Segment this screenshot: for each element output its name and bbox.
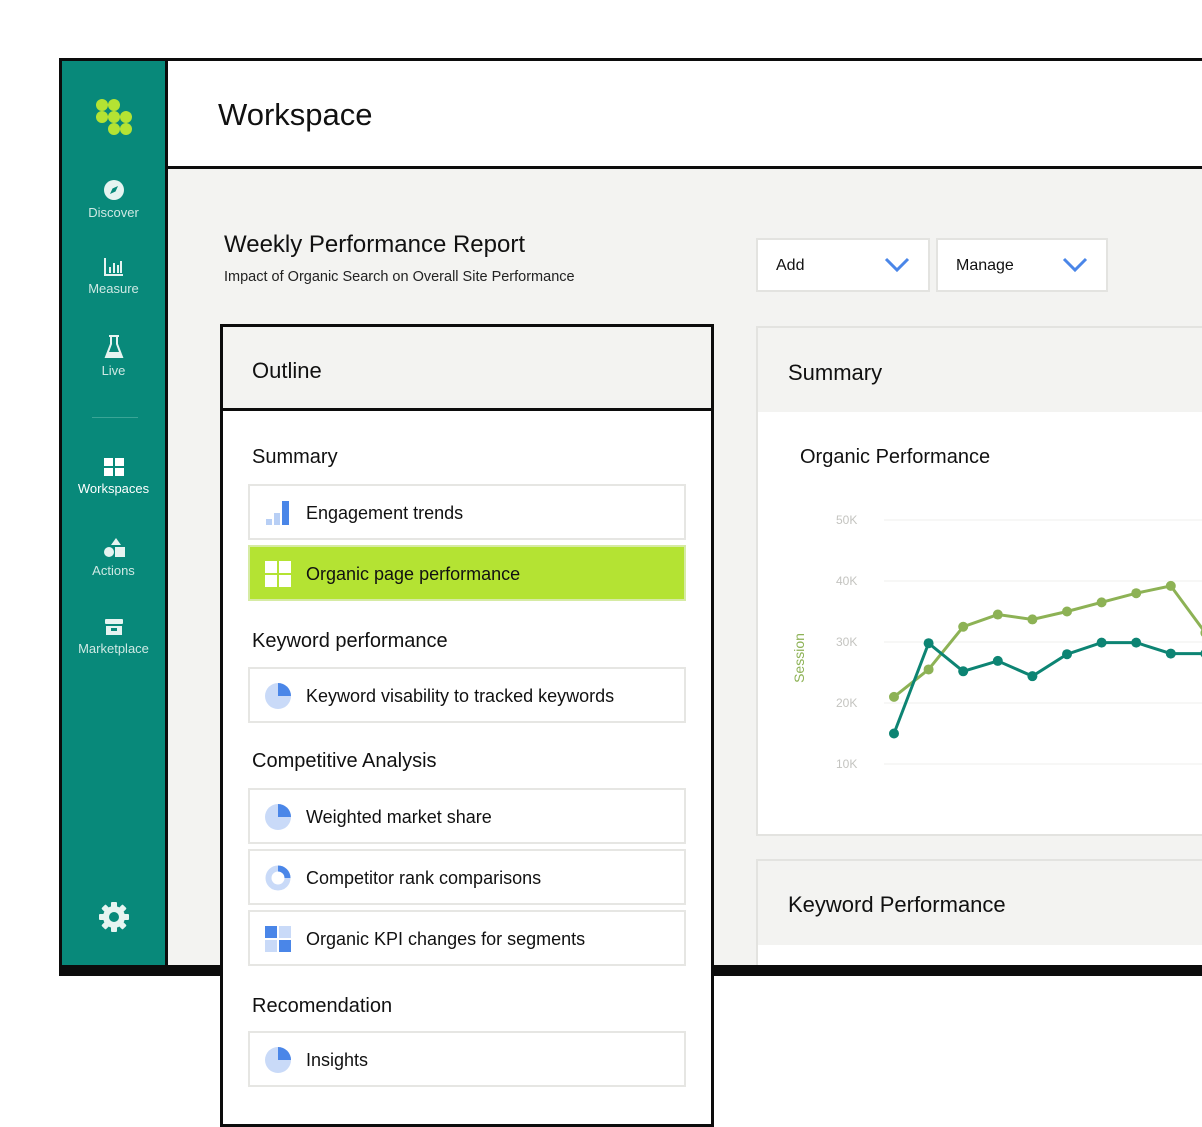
sidebar-item-actions[interactable]: Actions bbox=[62, 537, 165, 578]
chart-point bbox=[923, 638, 934, 649]
chart-point bbox=[1165, 648, 1176, 659]
sidebar-item-label: Live bbox=[101, 363, 126, 378]
chart-point bbox=[889, 691, 899, 702]
outline-item-label: Organic page performance bbox=[306, 564, 521, 584]
chart-y-tick-label: 50K bbox=[836, 513, 857, 527]
chart-y-tick-label: 30K bbox=[836, 635, 857, 649]
logo-icon bbox=[96, 99, 132, 135]
outline-item-organic-kpi-changes[interactable]: Organic KPI changes for segments bbox=[248, 910, 686, 966]
outline-item-label: Weighted market share bbox=[306, 807, 492, 827]
chevron-down-icon bbox=[884, 257, 910, 273]
sidebar-item-discover[interactable]: Discover bbox=[62, 179, 165, 220]
report-subtitle: Impact of Organic Search on Overall Site… bbox=[224, 269, 575, 285]
pie-chart-icon bbox=[265, 804, 291, 830]
shapes-icon bbox=[103, 538, 125, 557]
sidebar-item-label: Actions bbox=[92, 563, 135, 578]
outline-section-competitive-analysis: Competitive Analysis bbox=[252, 750, 437, 772]
chart-y-axis-label: Session bbox=[791, 633, 807, 683]
outline-item-keyword-visability[interactable]: Keyword visability to tracked keywords bbox=[248, 667, 686, 723]
flask-icon bbox=[104, 335, 123, 358]
outline-item-insights[interactable]: Insights bbox=[248, 1031, 686, 1087]
chart-y-tick-label: 10K bbox=[836, 757, 857, 771]
sidebar: Discover Measure Live Workspaces Actions… bbox=[62, 61, 168, 973]
grid-icon bbox=[265, 926, 291, 952]
outline-panel: Outline Summary Engagement trends Organi… bbox=[220, 324, 714, 1127]
outline-item-label: Insights bbox=[306, 1050, 369, 1070]
gear-icon[interactable] bbox=[96, 899, 132, 935]
outline-title: Outline bbox=[252, 358, 322, 383]
outline-item-label: Competitor rank comparisons bbox=[306, 868, 542, 888]
add-dropdown-label: Add bbox=[776, 257, 805, 274]
chart-point bbox=[958, 666, 969, 677]
chart-point bbox=[1096, 637, 1107, 648]
outline-section-summary: Summary bbox=[252, 446, 338, 468]
outline-section-recomendation: Recomendation bbox=[252, 995, 393, 1017]
sidebar-item-label: Workspaces bbox=[77, 481, 150, 496]
outline-item-organic-page-performance[interactable]: Organic page performance bbox=[248, 545, 686, 601]
chart-point bbox=[1131, 637, 1142, 648]
outline-item-engagement-trends[interactable]: Engagement trends bbox=[248, 484, 686, 540]
summary-card: Summary Organic Performance 50K 40K 30K 20K… bbox=[756, 326, 1202, 836]
manage-dropdown[interactable]: Manage bbox=[936, 238, 1108, 292]
sidebar-item-measure[interactable]: Measure bbox=[62, 257, 165, 296]
chart-series-line bbox=[893, 584, 1202, 699]
chart-point bbox=[923, 664, 934, 675]
chart-point bbox=[1131, 588, 1142, 599]
organic-performance-chart: 50K 40K 30K 20K 10K Session bbox=[791, 513, 1202, 771]
sidebar-item-marketplace[interactable]: Marketplace bbox=[62, 617, 165, 656]
chart-point bbox=[992, 609, 1003, 620]
compass-icon bbox=[103, 180, 124, 200]
sidebar-divider bbox=[92, 417, 138, 418]
bar-chart-icon bbox=[266, 501, 289, 525]
chart-point bbox=[992, 655, 1003, 666]
chart-point bbox=[958, 621, 969, 632]
report-title: Weekly Performance Report bbox=[224, 231, 526, 258]
sidebar-item-label: Discover bbox=[88, 205, 139, 220]
bar-chart-icon bbox=[103, 258, 123, 276]
outline-item-label: Engagement trends bbox=[306, 503, 464, 523]
keyword-performance-card: Keyword Performance bbox=[756, 859, 1202, 973]
add-dropdown[interactable]: Add bbox=[756, 238, 930, 292]
outline-header: Outline bbox=[223, 327, 711, 411]
manage-dropdown-label: Manage bbox=[956, 257, 1014, 274]
chart-y-tick-label: 40K bbox=[836, 574, 857, 588]
grid-icon bbox=[103, 458, 124, 476]
sidebar-item-workspaces[interactable]: Workspaces bbox=[62, 457, 165, 496]
chart-point bbox=[889, 728, 899, 739]
chart-point bbox=[1096, 597, 1107, 608]
chart-y-tick-label: 20K bbox=[836, 696, 857, 710]
outline-item-label: Organic KPI changes for segments bbox=[306, 929, 586, 949]
outline-section-keyword-performance: Keyword performance bbox=[252, 630, 448, 652]
pie-chart-icon bbox=[265, 1047, 291, 1073]
sidebar-item-live[interactable]: Live bbox=[62, 335, 165, 378]
keyword-card-title: Keyword Performance bbox=[788, 892, 1006, 917]
grid-icon bbox=[265, 561, 291, 587]
chart-point bbox=[1027, 614, 1038, 625]
chart-point bbox=[1062, 606, 1072, 617]
outline-item-weighted-market-share[interactable]: Weighted market share bbox=[248, 788, 686, 844]
store-icon bbox=[104, 619, 123, 635]
app-header: Workspace bbox=[168, 61, 1202, 169]
sidebar-item-label: Measure bbox=[88, 281, 139, 296]
pie-chart-icon bbox=[265, 683, 291, 709]
page-title: Workspace bbox=[218, 97, 373, 132]
chart-point bbox=[1165, 580, 1176, 591]
donut-chart-icon bbox=[265, 865, 291, 891]
chart-point bbox=[1062, 649, 1072, 660]
keyword-card-header: Keyword Performance bbox=[758, 861, 1202, 945]
chart-point bbox=[1027, 671, 1038, 682]
chevron-down-icon bbox=[1062, 257, 1088, 273]
sidebar-item-label: Marketplace bbox=[78, 641, 149, 656]
outline-item-label: Keyword visability to tracked keywords bbox=[306, 686, 615, 706]
outline-item-competitor-rank-comparisons[interactable]: Competitor rank comparisons bbox=[248, 849, 686, 905]
